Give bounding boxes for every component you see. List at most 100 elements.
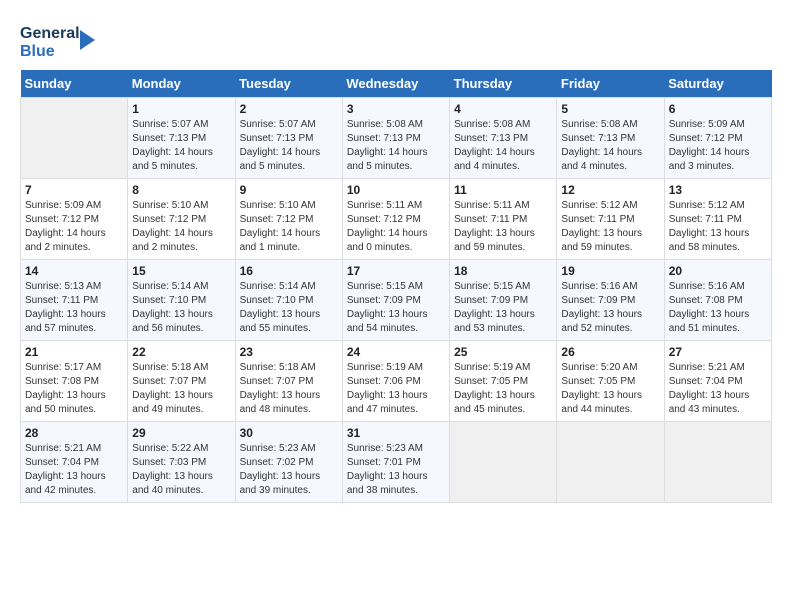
day-info: Sunrise: 5:07 AM Sunset: 7:13 PM Dayligh… (132, 118, 230, 174)
day-info: Sunrise: 5:08 AM Sunset: 7:13 PM Dayligh… (561, 118, 659, 174)
day-cell (557, 422, 664, 503)
day-cell: 17Sunrise: 5:15 AM Sunset: 7:09 PM Dayli… (342, 260, 449, 341)
day-number: 22 (132, 345, 230, 359)
day-cell: 29 Sunrise: 5:22 AM Sunset: 7:03 PM Dayli… (128, 422, 235, 503)
day-info: Sunrise: 5:11 AM Sunset: 7:11 PM Dayligh… (454, 199, 552, 255)
day-info: Sunrise: 5:16 AM Sunset: 7:09 PM Dayligh… (561, 280, 659, 336)
day-cell (450, 422, 557, 503)
day-cell: 1 Sunrise: 5:07 AM Sunset: 7:13 PM Daylig… (128, 98, 235, 179)
day-number: 8 (132, 183, 230, 197)
day-info: Sunrise: 5:20 AM Sunset: 7:05 PM Dayligh… (561, 361, 659, 417)
column-header-thursday: Thursday (450, 70, 557, 98)
day-number: 4 (454, 102, 552, 116)
calendar-table: SundayMondayTuesdayWednesdayThursdayFrid… (20, 70, 772, 503)
day-cell: 5Sunrise: 5:08 AM Sunset: 7:13 PM Daylig… (557, 98, 664, 179)
day-info: Sunrise: 5:18 AM Sunset: 7:07 PM Dayligh… (132, 361, 230, 417)
day-number: 23 (240, 345, 338, 359)
day-number: 19 (561, 264, 659, 278)
day-info: Sunrise: 5:17 AM Sunset: 7:08 PM Dayligh… (25, 361, 123, 417)
day-info: Sunrise: 5:11 AM Sunset: 7:12 PM Dayligh… (347, 199, 445, 255)
day-info: Sunrise: 5:18 AM Sunset: 7:07 PM Dayligh… (240, 361, 338, 417)
day-info: Sunrise: 5:22 AM Sunset: 7:03 PM Dayligh… (132, 442, 230, 498)
day-cell: 15 Sunrise: 5:14 AM Sunset: 7:10 PM Dayli… (128, 260, 235, 341)
day-number: 20 (669, 264, 767, 278)
day-number: 9 (240, 183, 338, 197)
day-cell: 27 Sunrise: 5:21 AM Sunset: 7:04 PM Dayli… (664, 341, 771, 422)
day-info: Sunrise: 5:23 AM Sunset: 7:01 PM Dayligh… (347, 442, 445, 498)
day-cell: 25 Sunrise: 5:19 AM Sunset: 7:05 PM Dayli… (450, 341, 557, 422)
day-cell: 12 Sunrise: 5:12 AM Sunset: 7:11 PM Dayli… (557, 179, 664, 260)
svg-text:Blue: Blue (20, 43, 55, 60)
day-cell: 7 Sunrise: 5:09 AM Sunset: 7:12 PM Daylig… (21, 179, 128, 260)
week-row-3: 14Sunrise: 5:13 AM Sunset: 7:11 PM Dayli… (21, 260, 772, 341)
day-info: Sunrise: 5:10 AM Sunset: 7:12 PM Dayligh… (240, 199, 338, 255)
day-number: 15 (132, 264, 230, 278)
day-number: 10 (347, 183, 445, 197)
page-header: GeneralBlue (20, 20, 772, 60)
day-cell: 16Sunrise: 5:14 AM Sunset: 7:10 PM Dayli… (235, 260, 342, 341)
day-number: 13 (669, 183, 767, 197)
day-info: Sunrise: 5:07 AM Sunset: 7:13 PM Dayligh… (240, 118, 338, 174)
day-info: Sunrise: 5:16 AM Sunset: 7:08 PM Dayligh… (669, 280, 767, 336)
day-cell: 28 Sunrise: 5:21 AM Sunset: 7:04 PM Dayli… (21, 422, 128, 503)
day-info: Sunrise: 5:10 AM Sunset: 7:12 PM Dayligh… (132, 199, 230, 255)
day-number: 27 (669, 345, 767, 359)
day-number: 6 (669, 102, 767, 116)
day-info: Sunrise: 5:15 AM Sunset: 7:09 PM Dayligh… (454, 280, 552, 336)
logo-icon: GeneralBlue (20, 20, 100, 60)
day-number: 21 (25, 345, 123, 359)
day-info: Sunrise: 5:08 AM Sunset: 7:13 PM Dayligh… (454, 118, 552, 174)
svg-text:General: General (20, 25, 80, 42)
day-number: 25 (454, 345, 552, 359)
day-info: Sunrise: 5:23 AM Sunset: 7:02 PM Dayligh… (240, 442, 338, 498)
day-number: 2 (240, 102, 338, 116)
day-number: 26 (561, 345, 659, 359)
day-cell: 8 Sunrise: 5:10 AM Sunset: 7:12 PM Daylig… (128, 179, 235, 260)
day-cell: 30 Sunrise: 5:23 AM Sunset: 7:02 PM Dayli… (235, 422, 342, 503)
day-number: 7 (25, 183, 123, 197)
day-info: Sunrise: 5:08 AM Sunset: 7:13 PM Dayligh… (347, 118, 445, 174)
day-cell (664, 422, 771, 503)
column-header-sunday: Sunday (21, 70, 128, 98)
day-info: Sunrise: 5:19 AM Sunset: 7:05 PM Dayligh… (454, 361, 552, 417)
day-cell: 23 Sunrise: 5:18 AM Sunset: 7:07 PM Dayli… (235, 341, 342, 422)
day-cell: 14Sunrise: 5:13 AM Sunset: 7:11 PM Dayli… (21, 260, 128, 341)
day-number: 16 (240, 264, 338, 278)
day-cell: 11 Sunrise: 5:11 AM Sunset: 7:11 PM Dayli… (450, 179, 557, 260)
day-info: Sunrise: 5:13 AM Sunset: 7:11 PM Dayligh… (25, 280, 123, 336)
column-header-wednesday: Wednesday (342, 70, 449, 98)
logo: GeneralBlue (20, 20, 100, 60)
day-number: 31 (347, 426, 445, 440)
day-cell: 31 Sunrise: 5:23 AM Sunset: 7:01 PM Dayli… (342, 422, 449, 503)
day-info: Sunrise: 5:14 AM Sunset: 7:10 PM Dayligh… (132, 280, 230, 336)
day-cell: 2 Sunrise: 5:07 AM Sunset: 7:13 PM Daylig… (235, 98, 342, 179)
day-number: 1 (132, 102, 230, 116)
day-cell: 20 Sunrise: 5:16 AM Sunset: 7:08 PM Dayli… (664, 260, 771, 341)
column-header-monday: Monday (128, 70, 235, 98)
day-number: 11 (454, 183, 552, 197)
day-cell: 21 Sunrise: 5:17 AM Sunset: 7:08 PM Dayli… (21, 341, 128, 422)
day-cell: 3 Sunrise: 5:08 AM Sunset: 7:13 PM Daylig… (342, 98, 449, 179)
day-number: 28 (25, 426, 123, 440)
column-header-tuesday: Tuesday (235, 70, 342, 98)
column-header-row: SundayMondayTuesdayWednesdayThursdayFrid… (21, 70, 772, 98)
day-info: Sunrise: 5:09 AM Sunset: 7:12 PM Dayligh… (25, 199, 123, 255)
week-row-2: 7 Sunrise: 5:09 AM Sunset: 7:12 PM Daylig… (21, 179, 772, 260)
day-info: Sunrise: 5:12 AM Sunset: 7:11 PM Dayligh… (561, 199, 659, 255)
day-cell: 10 Sunrise: 5:11 AM Sunset: 7:12 PM Dayli… (342, 179, 449, 260)
day-info: Sunrise: 5:09 AM Sunset: 7:12 PM Dayligh… (669, 118, 767, 174)
day-info: Sunrise: 5:21 AM Sunset: 7:04 PM Dayligh… (669, 361, 767, 417)
day-cell: 22 Sunrise: 5:18 AM Sunset: 7:07 PM Dayli… (128, 341, 235, 422)
day-cell: 4 Sunrise: 5:08 AM Sunset: 7:13 PM Daylig… (450, 98, 557, 179)
day-number: 3 (347, 102, 445, 116)
day-cell: 24Sunrise: 5:19 AM Sunset: 7:06 PM Dayli… (342, 341, 449, 422)
column-header-saturday: Saturday (664, 70, 771, 98)
day-info: Sunrise: 5:21 AM Sunset: 7:04 PM Dayligh… (25, 442, 123, 498)
day-number: 17 (347, 264, 445, 278)
day-number: 30 (240, 426, 338, 440)
day-cell: 19 Sunrise: 5:16 AM Sunset: 7:09 PM Dayli… (557, 260, 664, 341)
day-number: 29 (132, 426, 230, 440)
day-cell (21, 98, 128, 179)
day-info: Sunrise: 5:19 AM Sunset: 7:06 PM Dayligh… (347, 361, 445, 417)
day-number: 12 (561, 183, 659, 197)
